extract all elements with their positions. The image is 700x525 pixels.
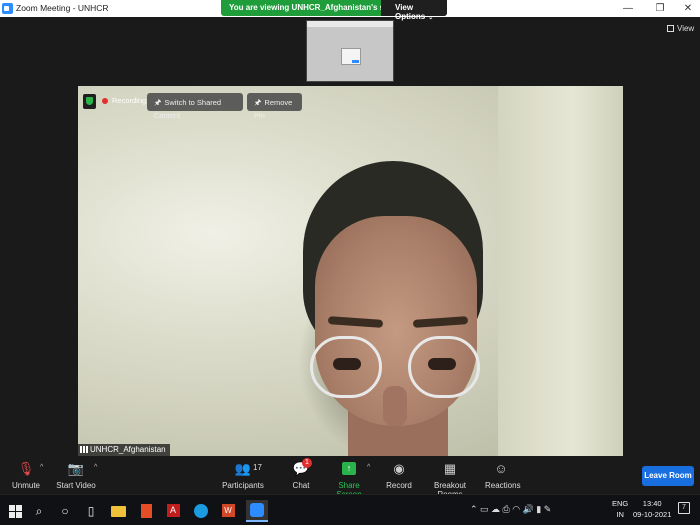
view-options-label: View Options — [395, 3, 426, 21]
participants-label: Participants — [222, 481, 264, 490]
windows-taskbar: ⌕ ○ ▯ A W ⌃ ▭ ☁ ⎙ ◠ 🔊 ▮ ✎ ENG IN 13:40 0… — [0, 494, 700, 525]
breakout-rooms-icon: ▦ — [443, 461, 457, 476]
unpin-icon: 🖈 — [254, 98, 262, 107]
reactions-icon: ☺ — [494, 461, 508, 476]
close-button[interactable]: ✕ — [673, 0, 700, 17]
remove-pin-button[interactable]: 🖈 Remove Pin — [247, 93, 302, 120]
wps-office-icon[interactable]: W — [220, 503, 236, 519]
share-screen-icon: ↑ — [342, 462, 356, 475]
grid-view-icon — [667, 25, 674, 32]
chevron-down-icon: ⌄ — [428, 15, 434, 21]
minimize-button[interactable]: — — [613, 0, 643, 17]
view-options-button[interactable]: View Options ⌄ — [381, 0, 447, 21]
zoom-app-icon — [2, 3, 13, 14]
record-button[interactable]: ◉ Record — [384, 460, 414, 490]
clock-date: 09-10-2021 — [633, 510, 672, 519]
signal-strength-icon — [80, 446, 88, 453]
recording-indicator: Recording — [102, 96, 146, 105]
view-label: View — [677, 24, 695, 33]
office-icon[interactable] — [138, 503, 154, 519]
participant-name: UNHCR_Afghanistan — [90, 445, 166, 454]
participants-button[interactable]: 👥 17 Participants — [222, 460, 264, 490]
unmute-button[interactable]: 🎙 Unmute — [8, 460, 44, 490]
video-off-icon: 📷 — [67, 461, 85, 476]
chat-unread-badge: 1 — [302, 458, 312, 468]
acrobat-icon[interactable]: A — [165, 503, 181, 519]
pinned-video — [78, 86, 623, 456]
recording-text: Recording — [112, 96, 147, 105]
file-explorer-icon[interactable] — [111, 503, 127, 519]
task-view-icon[interactable]: ▯ — [83, 503, 99, 519]
unmute-label: Unmute — [11, 481, 40, 490]
thumbnail-dialog — [341, 48, 361, 65]
clock-time: 13:40 — [642, 499, 662, 508]
language-indicator[interactable]: ENG IN — [612, 498, 628, 520]
recording-dot-icon — [102, 98, 108, 104]
right-glasses-lens — [408, 336, 480, 398]
region-code: IN — [616, 510, 624, 519]
zoom-taskbar-icon[interactable] — [246, 500, 268, 522]
screen-share-banner: You are viewing UNHCR_Afghanistan's scre… — [221, 0, 447, 21]
participant-nose — [383, 386, 407, 426]
language-code: ENG — [612, 499, 629, 508]
chat-label: Chat — [292, 481, 310, 490]
reactions-label: Reactions — [485, 481, 521, 490]
left-glasses-lens — [310, 336, 382, 398]
restore-button[interactable]: ❐ — [645, 0, 675, 17]
shared-screen-thumbnail[interactable] — [306, 20, 394, 82]
pin-icon: 🖈 — [154, 98, 162, 107]
notification-center-icon[interactable]: 7 — [678, 502, 690, 514]
switch-to-shared-content-button[interactable]: 🖈 Switch to Shared Content — [147, 93, 243, 120]
viewing-screen-text: You are viewing UNHCR_Afghanistan's scre… — [229, 3, 406, 12]
microphone-muted-icon: 🎙 — [17, 461, 35, 476]
windows-start-icon[interactable] — [7, 503, 23, 519]
start-video-label: Start Video — [56, 481, 96, 490]
cortana-icon[interactable]: ○ — [57, 503, 73, 519]
chat-button[interactable]: 💬 1 Chat — [288, 458, 314, 490]
record-icon: ◉ — [393, 461, 405, 476]
zoom-meeting-window: Zoom Meeting - UNHCR — ❐ ✕ You are viewi… — [0, 0, 700, 525]
system-tray-icons[interactable]: ⌃ ▭ ☁ ⎙ ◠ 🔊 ▮ ✎ — [470, 504, 551, 515]
search-icon[interactable]: ⌕ — [31, 503, 47, 519]
video-options-caret[interactable]: ^ — [94, 464, 97, 471]
share-options-caret[interactable]: ^ — [367, 464, 370, 471]
background-wall — [498, 86, 623, 456]
security-shield-icon[interactable] — [83, 94, 96, 109]
thumbnail-toolbar — [307, 21, 393, 27]
reactions-button[interactable]: ☺ Reactions — [485, 460, 521, 490]
clock[interactable]: 13:40 09-10-2021 — [633, 498, 671, 520]
audio-options-caret[interactable]: ^ — [40, 464, 43, 471]
window-title: Zoom Meeting - UNHCR — [16, 3, 109, 13]
participant-count: 17 — [253, 463, 262, 472]
record-label: Record — [386, 481, 412, 490]
meeting-toolbar: 🎙 Unmute ^ 📷 Start Video ^ 👥 17 Particip… — [0, 456, 700, 499]
start-video-button[interactable]: 📷 Start Video — [55, 460, 97, 490]
edge-browser-icon[interactable] — [193, 503, 209, 519]
participant-name-tag: UNHCR_Afghanistan — [78, 444, 170, 456]
view-layout-button[interactable]: View — [667, 24, 694, 33]
leave-room-button[interactable]: Leave Room — [642, 466, 694, 486]
